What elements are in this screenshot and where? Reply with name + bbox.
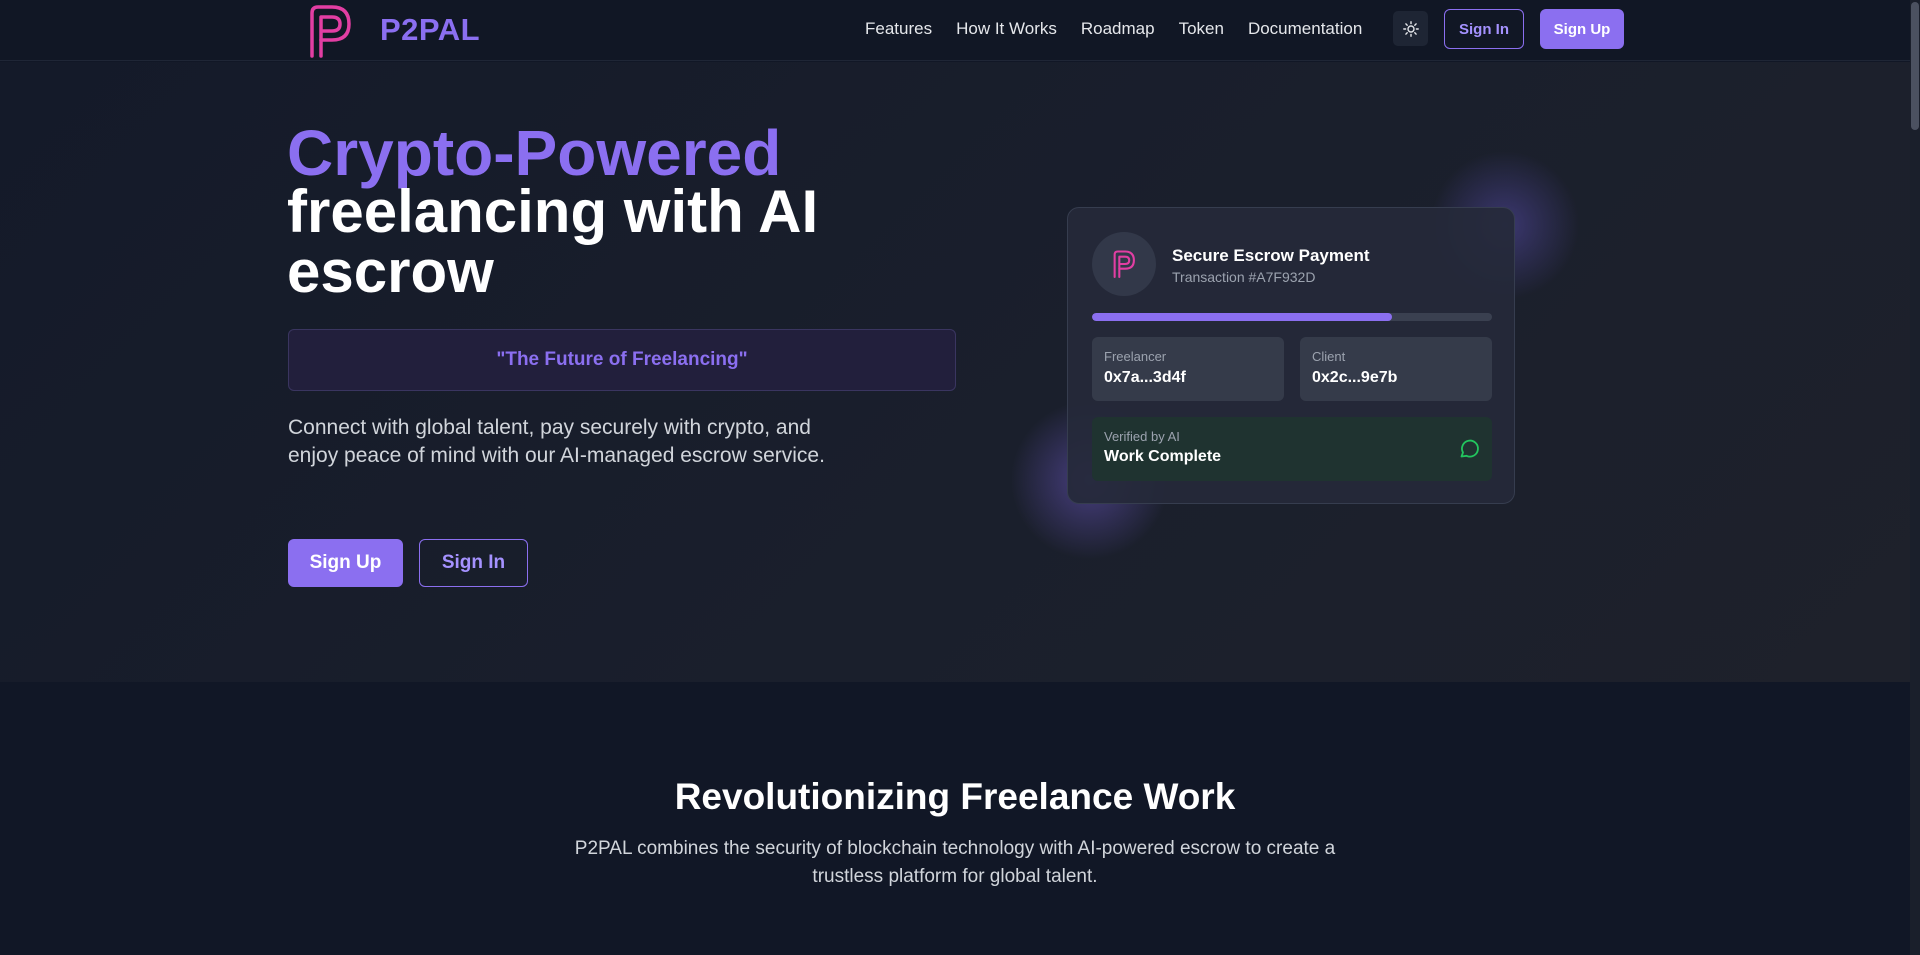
navbar: P2PAL Features How It Works Roadmap Toke… xyxy=(0,0,1910,61)
escrow-progress-fill xyxy=(1092,313,1392,321)
verification-status: Work Complete xyxy=(1104,448,1222,465)
ai-verification-box: Verified by AI Work Complete xyxy=(1092,417,1492,481)
scrollbar-thumb[interactable] xyxy=(1911,2,1919,130)
page-scrollbar[interactable] xyxy=(1910,0,1920,955)
client-address: 0x2c...9e7b xyxy=(1312,369,1398,386)
nav-sign-up-button[interactable]: Sign Up xyxy=(1540,9,1624,49)
section-description: P2PAL combines the security of blockchai… xyxy=(574,838,1336,887)
nav-link-token[interactable]: Token xyxy=(1179,19,1224,39)
page: P2PAL Features How It Works Roadmap Toke… xyxy=(0,0,1920,955)
chat-bubble-icon xyxy=(1460,439,1479,458)
sun-icon xyxy=(1402,20,1419,37)
escrow-payment-card: Secure Escrow Payment Transaction #A7F93… xyxy=(1067,207,1515,504)
freelancer-address: 0x7a...3d4f xyxy=(1104,369,1186,386)
freelancer-label: Freelancer xyxy=(1104,349,1167,364)
p2pal-logo-icon xyxy=(1113,250,1135,279)
nav-links: Features How It Works Roadmap Token Docu… xyxy=(865,19,1386,39)
verification-label: Verified by AI xyxy=(1104,429,1180,444)
transaction-id: Transaction #A7F932D xyxy=(1172,269,1316,285)
hero-description: Connect with global talent, pay securely… xyxy=(288,416,825,467)
freelancer-box: Freelancer 0x7a...3d4f xyxy=(1092,337,1284,401)
p2pal-logo-icon[interactable] xyxy=(305,3,355,59)
nav-link-how-it-works[interactable]: How It Works xyxy=(956,19,1057,39)
client-label: Client xyxy=(1312,349,1346,364)
hero-sign-up-button[interactable]: Sign Up xyxy=(288,539,403,587)
tagline-text: "The Future of Freelancing" xyxy=(496,349,748,370)
nav-link-features[interactable]: Features xyxy=(865,19,932,39)
theme-toggle-button[interactable] xyxy=(1393,11,1428,46)
card-title: Secure Escrow Payment xyxy=(1172,246,1370,265)
tagline-box: "The Future of Freelancing" xyxy=(288,329,956,391)
hero-sign-in-button[interactable]: Sign In xyxy=(419,539,528,587)
nav-link-documentation[interactable]: Documentation xyxy=(1248,19,1362,39)
hero-title-line-3: escrow xyxy=(287,238,494,305)
nav-sign-in-button[interactable]: Sign In xyxy=(1444,9,1524,49)
brand-name[interactable]: P2PAL xyxy=(380,12,480,48)
escrow-progress-bar xyxy=(1092,313,1492,321)
hero-title-accent: Crypto-Powered xyxy=(287,117,782,189)
client-box: Client 0x2c...9e7b xyxy=(1300,337,1492,401)
section-title: Revolutionizing Freelance Work xyxy=(674,776,1236,817)
nav-link-roadmap[interactable]: Roadmap xyxy=(1081,19,1155,39)
hero-title-line-2: freelancing with AI xyxy=(287,178,819,245)
avatar xyxy=(1092,232,1156,296)
